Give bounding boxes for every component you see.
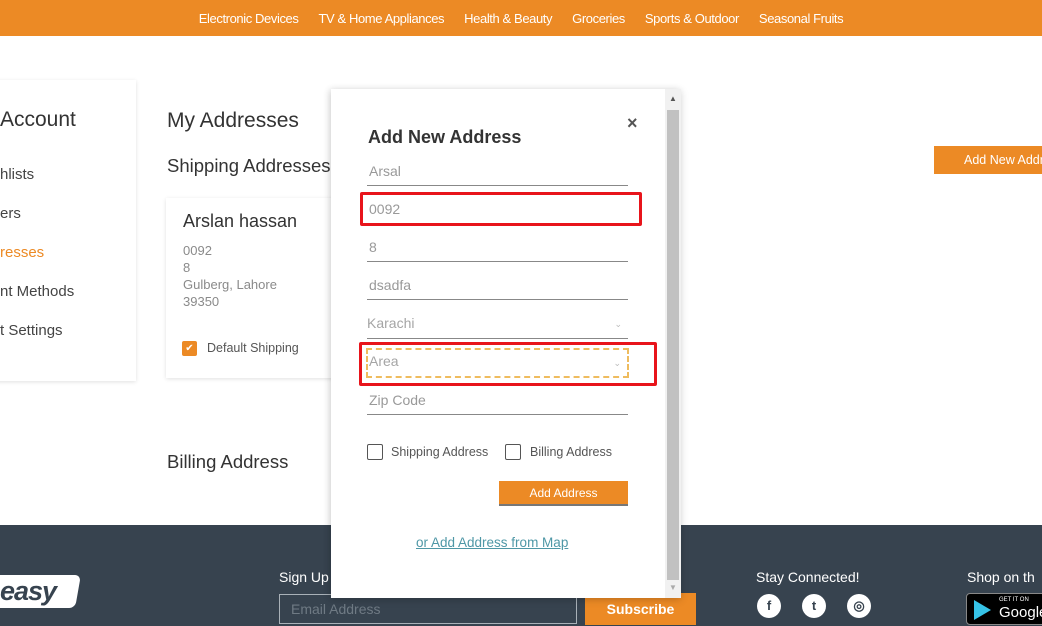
page-title: My Addresses	[167, 109, 299, 132]
area-field-highlight	[359, 342, 657, 386]
google-play-icon	[974, 600, 991, 620]
stay-connected-label: Stay Connected!	[756, 569, 860, 585]
shipping-section-title: Shipping Addresses	[167, 155, 331, 176]
sidebar-item-account-settings[interactable]: t Settings	[0, 322, 63, 339]
nav-sports-outdoor[interactable]: Sports & Outdoor	[645, 11, 739, 26]
sidebar-item-orders[interactable]: ers	[0, 205, 21, 222]
sidebar-item-payment-methods[interactable]: nt Methods	[0, 283, 74, 300]
twitter-icon[interactable]: t	[802, 594, 826, 618]
checkmark-icon: ✔	[185, 343, 194, 354]
sidebar-title: Account	[0, 108, 76, 131]
address-line-area-city: Gulberg, Lahore	[183, 277, 277, 292]
billing-section-title: Billing Address	[167, 451, 289, 472]
brand-logo[interactable]: easy	[0, 575, 81, 608]
address-line-house: 8	[183, 260, 191, 275]
nav-health-beauty[interactable]: Health & Beauty	[464, 11, 552, 26]
sidebar-item-addresses[interactable]: resses	[0, 244, 44, 261]
name-field[interactable]	[367, 156, 628, 186]
address-card: Arslan hassan 0092 8 Gulberg, Lahore 393…	[166, 198, 346, 378]
sidebar-item-wishlists[interactable]: hlists	[0, 166, 34, 183]
street-field[interactable]	[367, 270, 628, 300]
add-from-map-link[interactable]: or Add Address from Map	[416, 535, 568, 550]
nav-seasonal-fruits[interactable]: Seasonal Fruits	[759, 11, 844, 26]
address-line-phone: 0092	[183, 243, 212, 258]
chevron-down-icon: ⌄	[614, 319, 622, 329]
scrollbar-thumb[interactable]	[667, 110, 679, 580]
nav-tv-home-appliances[interactable]: TV & Home Appliances	[318, 11, 444, 26]
shipping-address-checkbox[interactable]	[367, 444, 383, 460]
address-name: Arslan hassan	[183, 211, 298, 231]
shop-on-label: Shop on th	[967, 569, 1035, 585]
facebook-icon[interactable]: f	[757, 594, 781, 618]
default-shipping-checkbox[interactable]: ✔	[182, 341, 197, 356]
scroll-up-arrow-icon[interactable]: ▲	[665, 91, 681, 107]
city-select[interactable]: Karachi ⌄	[367, 309, 628, 339]
top-category-nav: Electronic Devices TV & Home Appliances …	[0, 0, 1042, 36]
default-shipping-label: Default Shipping	[207, 341, 299, 355]
newsletter-email-input[interactable]	[279, 594, 577, 624]
account-sidebar: Account hlists ers resses nt Methods t S…	[0, 80, 136, 381]
billing-address-checkbox[interactable]	[505, 444, 521, 460]
instagram-icon[interactable]: ◎	[847, 594, 871, 618]
modal-title: Add New Address	[368, 127, 522, 147]
house-field[interactable]	[367, 232, 628, 262]
close-icon[interactable]: ×	[627, 113, 638, 134]
zip-code-field[interactable]	[367, 385, 628, 415]
address-line-zip: 39350	[183, 294, 220, 309]
add-address-modal: Add New Address × Karachi ⌄ Area ⌄ Shipp…	[331, 89, 681, 598]
phone-field-highlight	[360, 192, 642, 226]
add-new-address-button[interactable]: Add New Address	[934, 146, 1042, 174]
modal-scrollbar[interactable]: ▲ ▼	[665, 89, 681, 598]
billing-address-label: Billing Address	[530, 445, 612, 459]
nav-groceries[interactable]: Groceries	[572, 11, 625, 26]
add-address-button[interactable]: Add Address	[499, 481, 628, 506]
scroll-down-arrow-icon[interactable]: ▼	[665, 580, 681, 596]
shipping-address-label: Shipping Address	[391, 445, 489, 459]
nav-electronic-devices[interactable]: Electronic Devices	[199, 11, 299, 26]
signup-label: Sign Up	[279, 569, 329, 585]
google-play-badge[interactable]: GET IT ON Google	[966, 593, 1042, 625]
